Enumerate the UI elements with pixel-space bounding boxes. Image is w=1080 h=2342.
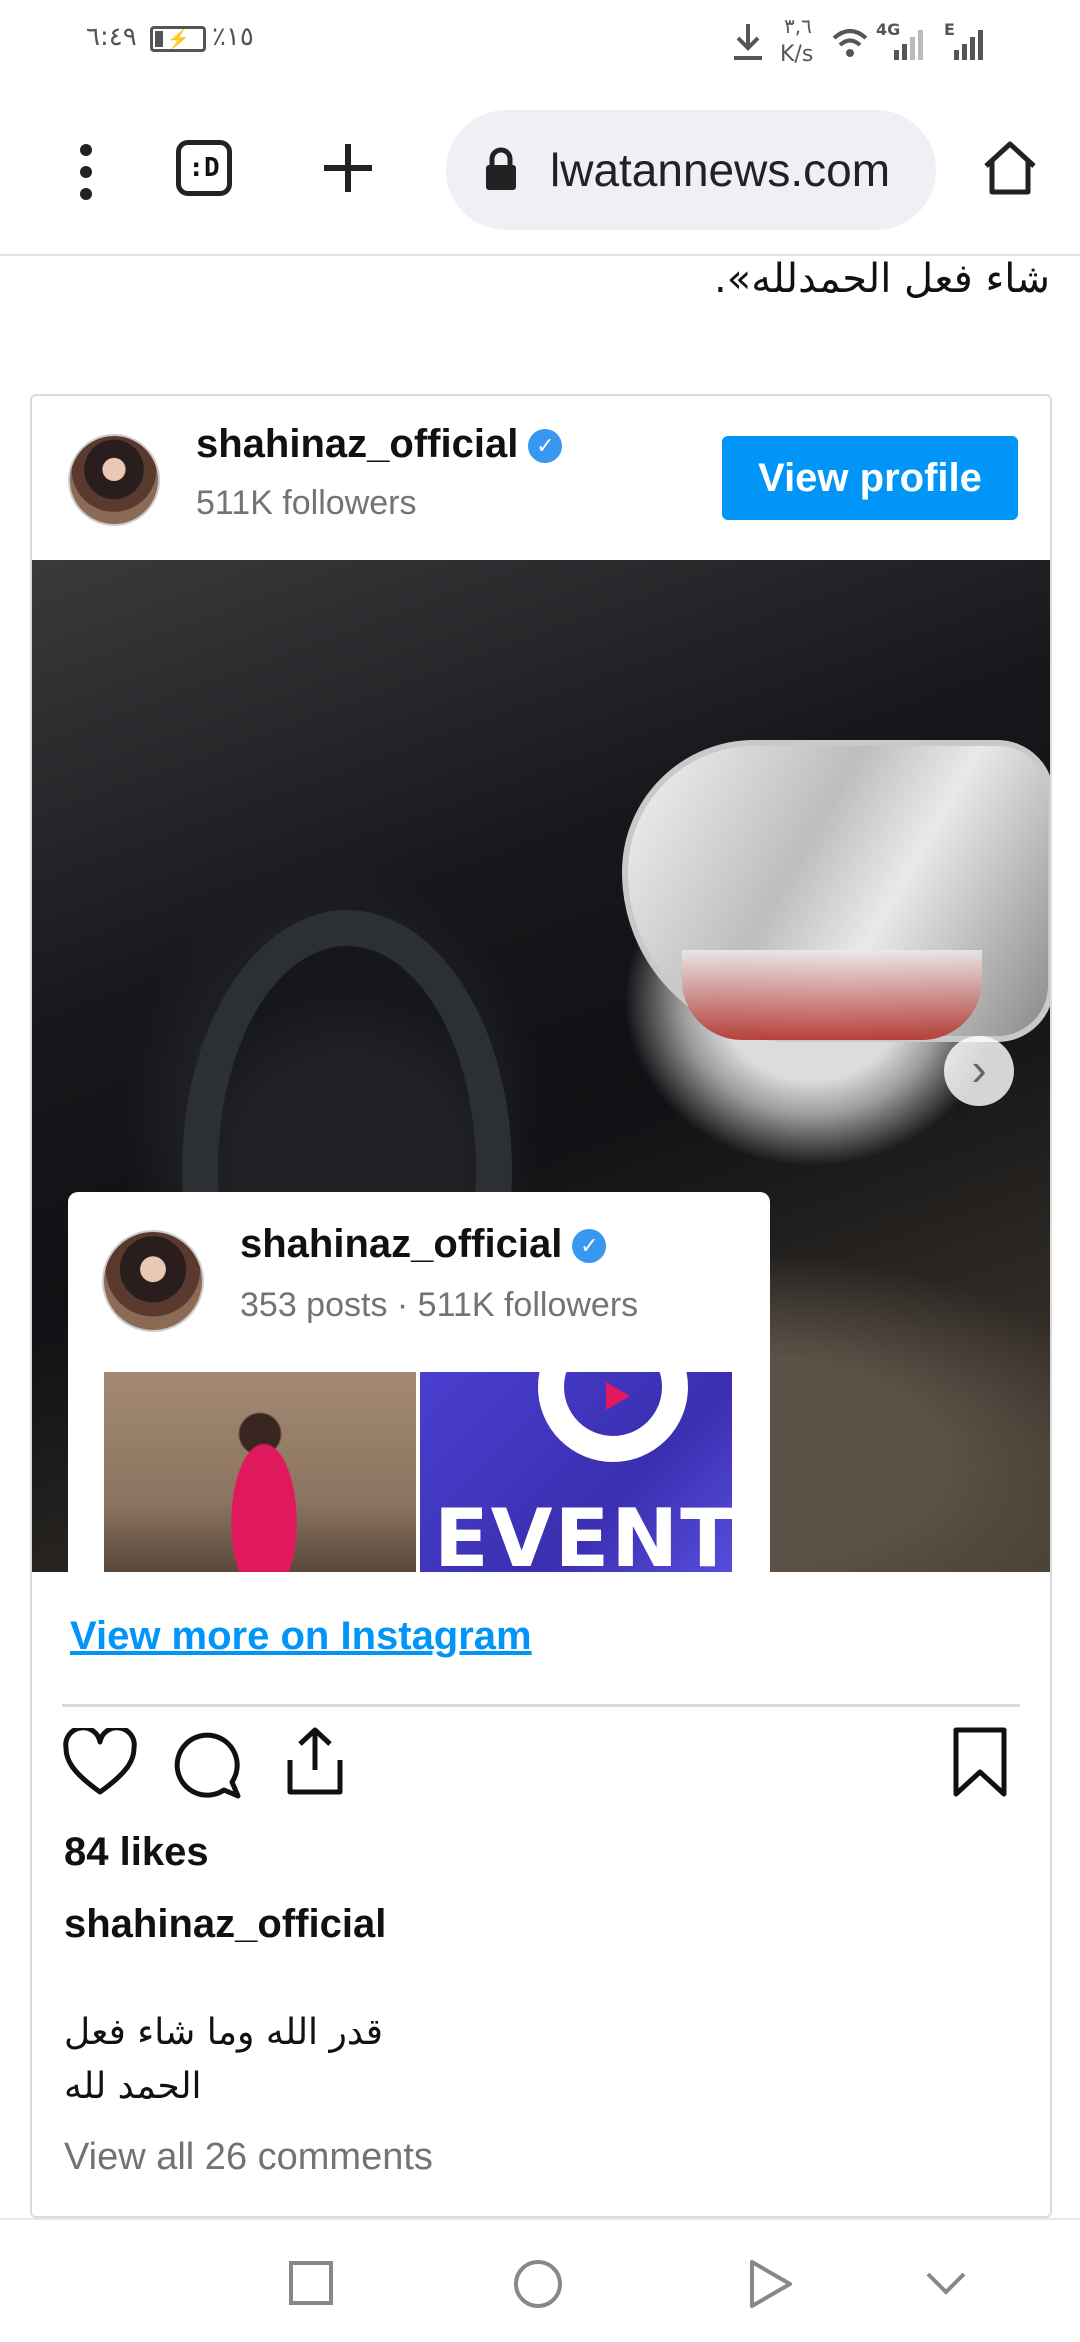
lock-icon bbox=[484, 146, 518, 192]
battery-percent: ٪١٥ bbox=[212, 22, 254, 52]
profile-preview-card[interactable]: shahinaz_official ✓ 353 posts · 511K foll… bbox=[68, 1192, 770, 1572]
signal-icon-2 bbox=[952, 26, 988, 60]
divider bbox=[62, 1704, 1020, 1707]
download-icon bbox=[728, 20, 768, 64]
thumbnail-events[interactable]: EVENTS bbox=[420, 1372, 732, 1572]
view-comments-link[interactable]: View all 26 comments bbox=[64, 2136, 433, 2179]
more-vert-icon[interactable] bbox=[66, 140, 106, 204]
url-text: lwatannews.com bbox=[550, 144, 891, 196]
view-more-link[interactable]: View more on Instagram bbox=[70, 1614, 532, 1659]
photo-headlamp-lower bbox=[682, 950, 982, 1040]
instagram-embed: shahinaz_official ✓ 511K followers View p… bbox=[30, 394, 1052, 2218]
caption-line-1: قدر الله وما شاء فعل bbox=[64, 2012, 383, 2053]
overlay-user: shahinaz_official ✓ bbox=[240, 1222, 607, 1267]
caption-line-2: الحمد لله bbox=[64, 2066, 202, 2107]
view-profile-button[interactable]: View profile bbox=[722, 436, 1018, 520]
caption-username[interactable]: shahinaz_official bbox=[64, 1902, 386, 1947]
overlay-verified-badge-icon: ✓ bbox=[572, 1229, 607, 1264]
verified-badge-icon: ✓ bbox=[528, 429, 563, 464]
browser-toolbar: :D lwatannews.com bbox=[0, 90, 1080, 256]
status-bar: ٦:٤٩ ⚡ ٪١٥ ٣,٦ K/s 4G E bbox=[0, 0, 1080, 90]
home-circle-icon[interactable] bbox=[512, 2258, 564, 2315]
followers-count: 511K followers bbox=[196, 484, 417, 522]
like-heart-icon[interactable] bbox=[62, 1728, 138, 1798]
post-photo[interactable]: › shahinaz_official ✓ 353 posts · 511K fo… bbox=[32, 560, 1050, 1572]
next-arrow-icon[interactable]: › bbox=[944, 1036, 1014, 1106]
username[interactable]: shahinaz_official bbox=[196, 422, 518, 466]
events-text: EVENTS bbox=[434, 1492, 732, 1572]
battery-icon: ⚡ bbox=[150, 26, 206, 52]
overlay-username[interactable]: shahinaz_official bbox=[240, 1222, 562, 1266]
wifi-icon bbox=[830, 22, 870, 62]
avatar[interactable] bbox=[68, 434, 160, 526]
collapse-chevron-icon[interactable] bbox=[924, 2270, 968, 2303]
back-triangle-icon[interactable] bbox=[746, 2258, 794, 2315]
likes-count: 84 likes bbox=[64, 1830, 209, 1874]
overlay-stats: 353 posts · 511K followers bbox=[240, 1286, 639, 1324]
system-nav-bar bbox=[0, 2218, 1080, 2342]
new-tab-plus-icon[interactable] bbox=[320, 140, 376, 196]
embed-header-user: shahinaz_official ✓ bbox=[196, 422, 563, 467]
thumbnail-singer[interactable] bbox=[104, 1372, 416, 1572]
recents-square-icon[interactable] bbox=[288, 2260, 334, 2311]
overlay-avatar[interactable] bbox=[102, 1230, 204, 1332]
clock: ٦:٤٩ bbox=[86, 22, 137, 52]
comment-icon[interactable] bbox=[172, 1730, 242, 1800]
tabs-icon[interactable]: :D bbox=[176, 140, 232, 196]
net-speed-value: ٣,٦ bbox=[784, 14, 812, 38]
home-icon[interactable] bbox=[980, 138, 1040, 198]
net-speed-unit: K/s bbox=[780, 42, 814, 67]
bookmark-icon[interactable] bbox=[950, 1726, 1010, 1800]
play-icon bbox=[606, 1382, 630, 1410]
article-text: شاء فعل الحمدلله». bbox=[714, 256, 1050, 302]
share-icon[interactable] bbox=[282, 1724, 348, 1798]
signal-icon bbox=[892, 26, 928, 60]
address-bar[interactable]: lwatannews.com bbox=[446, 110, 936, 230]
